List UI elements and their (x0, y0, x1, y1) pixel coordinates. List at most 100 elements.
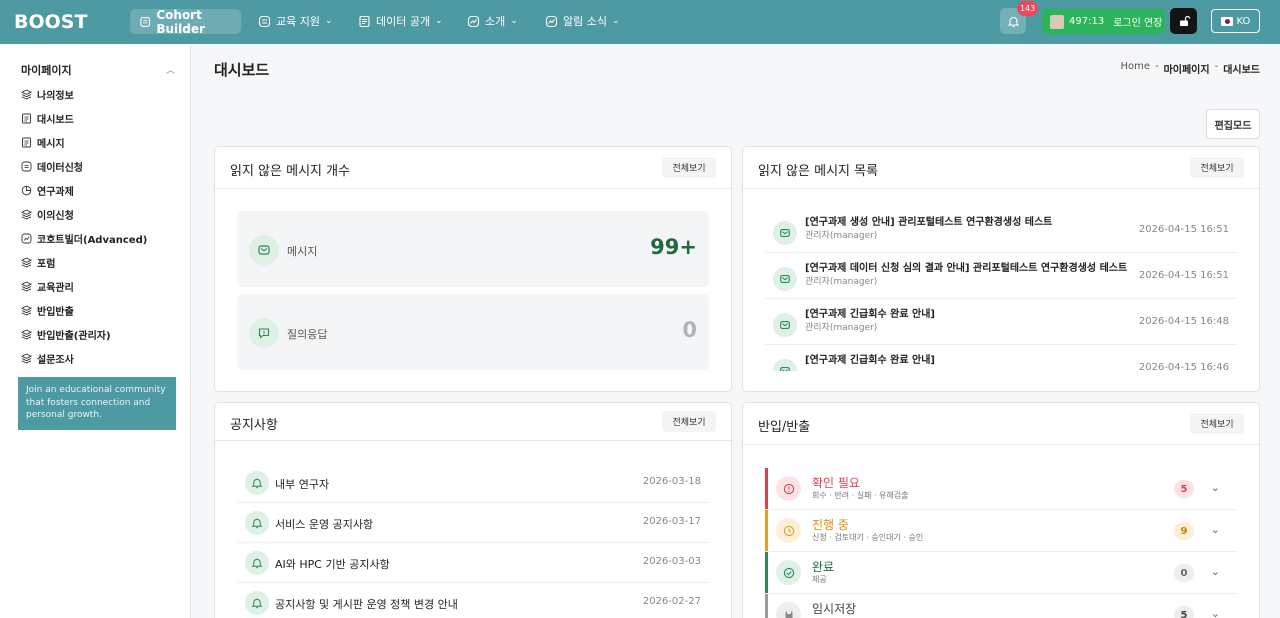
stat-qna[interactable]: 질의응답 0 (237, 294, 709, 370)
layers-icon (21, 329, 32, 340)
nav-about[interactable]: 소개 ⌄ (467, 13, 518, 29)
alert-circle-icon (776, 476, 801, 501)
bell-icon (245, 471, 269, 495)
sidebar-item-transfer-admin[interactable]: 반입반출(관리자) (21, 327, 111, 342)
clock-icon (776, 518, 801, 543)
view-all-button[interactable]: 전체보기 (662, 411, 716, 432)
sidebar-item-label: 교육관리 (37, 283, 74, 294)
sidebar-item-forum[interactable]: 포럼 (21, 255, 55, 270)
status-count: 5 (1174, 606, 1194, 618)
sidebar-item-dashboard[interactable]: 대시보드 (21, 111, 74, 126)
bell-icon (245, 591, 269, 615)
sidebar-item-label: 반입반출(관리자) (37, 331, 111, 342)
unread-count-card: 읽지 않은 메시지 개수 전체보기 메시지 99+ 질의응답 0 (214, 146, 732, 392)
view-all-button[interactable]: 전체보기 (1190, 413, 1244, 434)
sidebar-item-label: 연구과제 (37, 187, 74, 198)
view-all-button[interactable]: 전체보기 (662, 157, 716, 178)
card-title: 반입/반출 (758, 420, 811, 435)
message-date: 2026-04-15 16:51 (1138, 270, 1229, 281)
notice-item[interactable]: 서비스 운영 공지사항 2026-03-17 (237, 503, 709, 543)
sidebar-item-objection[interactable]: 이의신청 (21, 207, 74, 222)
status-need-check[interactable]: 확인 필요 회수 · 반려 · 실패 · 유해검출 5 ⌄ (765, 468, 1237, 510)
chevron-down-icon: ⌄ (510, 16, 518, 26)
status-bar (765, 552, 768, 593)
sidebar-item-label: 코호트빌더(Advanced) (37, 235, 148, 246)
status-bar (765, 510, 768, 551)
message-title: [연구과제 긴급회수 완료 안내] (805, 309, 935, 320)
stat-label: 질의응답 (287, 328, 328, 341)
notice-date: 2026-03-18 (642, 476, 701, 487)
status-in-progress[interactable]: 진행 중 신청 · 검토대기 · 승인대기 · 승인 9 ⌄ (765, 510, 1237, 552)
message-sender: 관리자(manager) (805, 277, 878, 287)
unread-list-card: 읽지 않은 메시지 목록 전체보기 [연구과제 생성 안내] 관리포털테스트 연… (742, 146, 1260, 392)
sidebar-title[interactable]: 마이페이지 (21, 62, 72, 78)
notification-badge: 143 (1017, 1, 1039, 16)
breadcrumb-home[interactable]: Home (1120, 61, 1150, 76)
sidebar-item-messages[interactable]: 메시지 (21, 135, 65, 150)
notice-item[interactable]: AI와 HPC 기반 공지사항 2026-03-03 (237, 543, 709, 583)
notice-item[interactable]: 공지사항 및 게시판 운영 정책 변경 안내 2026-02-27 (237, 583, 709, 618)
question-bubble-icon (249, 318, 279, 348)
pie-icon (21, 185, 32, 196)
mail-icon (773, 359, 797, 371)
status-sub: 회수 · 반려 · 실패 · 유해검출 (812, 491, 909, 500)
breadcrumb-separator: - (1214, 61, 1219, 72)
status-draft[interactable]: 임시저장 5 ⌄ (765, 594, 1237, 618)
notice-card: 공지사항 전체보기 내부 연구자 2026-03-18 서비스 운영 공지사항 … (214, 402, 732, 618)
message-list[interactable]: [연구과제 생성 안내] 관리포털테스트 연구환경생성 테스트 관리자(mana… (743, 207, 1261, 371)
logo[interactable]: BOOST (14, 11, 87, 33)
nav-education-label: 교육 지원 (276, 15, 320, 28)
trend-icon (545, 15, 558, 27)
edit-mode-button[interactable]: 편집모드 (1206, 109, 1260, 139)
sidebar-item-education[interactable]: 교육관리 (21, 279, 74, 294)
sidebar-item-survey[interactable]: 설문조사 (21, 351, 74, 366)
view-all-button[interactable]: 전체보기 (1190, 157, 1244, 178)
stat-value: 99+ (650, 235, 697, 259)
lock-button[interactable] (1170, 8, 1197, 34)
message-item[interactable]: [연구과제 긴급회수 완료 안내] 2026-04-15 16:46 (765, 345, 1237, 371)
mail-icon (773, 221, 797, 245)
sidebar: 마이페이지 ︿ 나의정보 대시보드 메시지 데이터신청 연구과제 이의신청 코호… (0, 44, 191, 618)
chevron-down-icon[interactable]: ⌄ (1211, 523, 1220, 536)
sidebar-item-data-request[interactable]: 데이터신청 (21, 159, 83, 174)
session-extend-label: 로그인 연장 (1113, 18, 1163, 29)
sidebar-item-my-info[interactable]: 나의정보 (21, 87, 74, 102)
nav-news[interactable]: 알림 소식 ⌄ (545, 13, 620, 29)
nav-data-open[interactable]: 데이터 공개 ⌄ (358, 13, 443, 29)
sidebar-item-label: 이의신청 (37, 211, 74, 222)
language-label: KO (1236, 15, 1251, 27)
status-complete[interactable]: 완료 제공 0 ⌄ (765, 552, 1237, 594)
nav-education[interactable]: 교육 지원 ⌄ (258, 13, 333, 29)
sidebar-item-label: 포럼 (37, 259, 56, 270)
stat-messages[interactable]: 메시지 99+ (237, 211, 709, 287)
sidebar-item-label: 나의정보 (37, 91, 74, 102)
document-icon (22, 137, 31, 148)
status-title: 확인 필요 (812, 476, 860, 490)
chevron-down-icon[interactable]: ⌄ (1211, 481, 1220, 494)
chevron-down-icon[interactable]: ⌄ (1211, 607, 1220, 618)
layers-icon (21, 89, 32, 100)
chevron-down-icon[interactable]: ⌄ (1211, 565, 1220, 578)
check-circle-icon (776, 560, 801, 585)
stat-value: 0 (682, 318, 697, 342)
message-title: [연구과제 생성 안내] 관리포털테스트 연구환경생성 테스트 (805, 217, 1053, 228)
cohort-builder-button[interactable]: Cohort Builder (130, 8, 241, 36)
status-sub: 신청 · 검토대기 · 승인대기 · 승인 (812, 533, 924, 542)
breadcrumb-mypage[interactable]: 마이페이지 (1164, 61, 1210, 76)
sidebar-item-research[interactable]: 연구과제 (21, 183, 74, 198)
message-item[interactable]: [연구과제 생성 안내] 관리포털테스트 연구환경생성 테스트 관리자(mana… (765, 207, 1237, 253)
sidebar-item-label: 데이터신청 (37, 163, 83, 174)
layers-icon (21, 209, 32, 220)
language-selector[interactable]: KO (1211, 9, 1260, 33)
sidebar-item-transfer[interactable]: 반입반출 (21, 303, 74, 318)
notice-item[interactable]: 내부 연구자 2026-03-18 (237, 463, 709, 503)
message-item[interactable]: [연구과제 긴급회수 완료 안내] 관리자(manager) 2026-04-1… (765, 299, 1237, 345)
chevron-up-icon[interactable]: ︿ (166, 63, 175, 76)
message-item[interactable]: [연구과제 데이터 신청 심의 결과 안내] 관리포털테스트 연구환경생성 테스… (765, 253, 1237, 299)
status-title: 완료 (812, 560, 835, 574)
session-extend-button[interactable]: 497:13 로그인 연장 (1042, 9, 1165, 34)
document-icon (258, 15, 271, 27)
layers-icon (21, 257, 32, 268)
sidebar-item-cohort-advanced[interactable]: 코호트빌더(Advanced) (21, 231, 147, 246)
message-title: [연구과제 데이터 신청 심의 결과 안내] 관리포털테스트 연구환경생성 테스… (805, 263, 1128, 274)
